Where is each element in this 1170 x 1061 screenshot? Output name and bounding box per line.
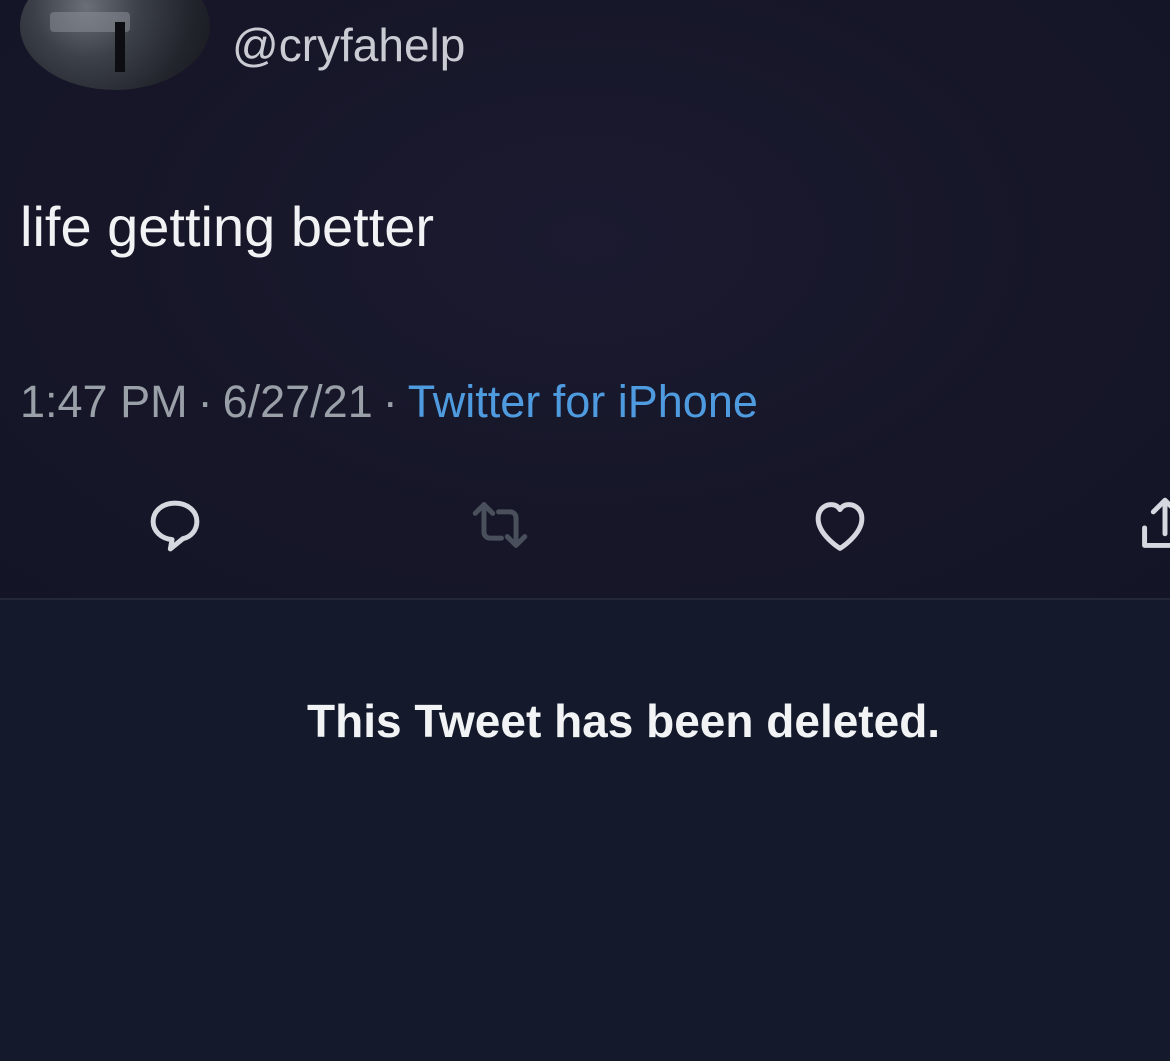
deleted-notice: This Tweet has been deleted. xyxy=(307,695,941,747)
tweet-card[interactable]: @cryfahelp life getting better 1:47 PM · 6… xyxy=(0,0,1170,598)
share-button[interactable] xyxy=(1130,490,1170,560)
tweet-source-link[interactable]: Twitter for iPhone xyxy=(408,376,758,427)
avatar[interactable] xyxy=(20,0,210,90)
retweet-icon xyxy=(472,502,528,548)
reply-icon xyxy=(150,500,200,552)
tweet-time: 1:47 PM xyxy=(20,376,188,427)
deleted-tweet-placeholder: This Tweet has been deleted. xyxy=(0,600,1170,1061)
tweet-meta: 1:47 PM · 6/27/21 · Twitter for iPhone xyxy=(20,376,758,428)
share-icon xyxy=(1142,497,1170,548)
tweet-actions xyxy=(0,490,1170,560)
tweet-text: life getting better xyxy=(20,195,435,258)
like-button[interactable] xyxy=(805,490,875,560)
meta-separator: · xyxy=(382,376,398,427)
tweet-date[interactable]: 6/27/21 xyxy=(223,376,373,427)
heart-icon xyxy=(815,502,865,551)
meta-separator: · xyxy=(197,376,213,427)
retweet-button[interactable] xyxy=(465,490,535,560)
reply-button[interactable] xyxy=(140,490,210,560)
user-handle[interactable]: @cryfahelp xyxy=(232,18,465,72)
